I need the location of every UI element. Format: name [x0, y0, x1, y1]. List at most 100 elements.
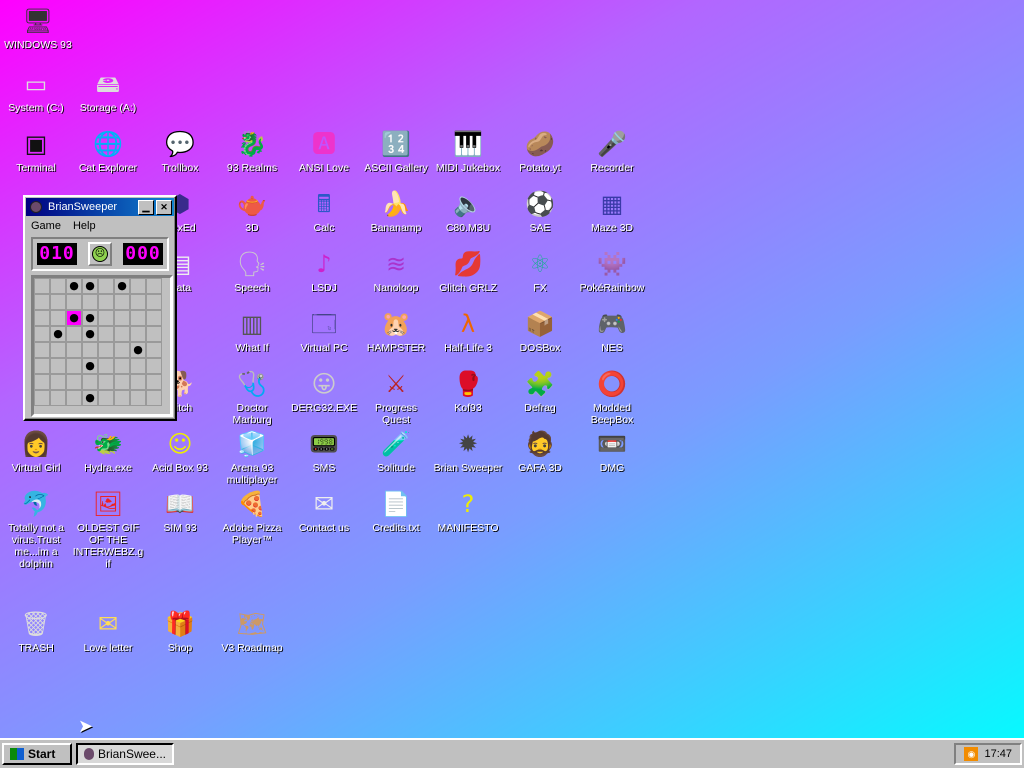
board-cell[interactable] — [146, 278, 162, 294]
mine-cell[interactable] — [82, 358, 98, 374]
desktop-icon-virtual-pc[interactable]: 🗔 Virtual PC — [288, 308, 360, 354]
board-cell[interactable] — [130, 278, 146, 294]
mine-cell[interactable] — [130, 342, 146, 358]
board-cell[interactable] — [146, 390, 162, 406]
mine-cell[interactable] — [66, 278, 82, 294]
mine-cell[interactable] — [82, 390, 98, 406]
desktop-icon-nes[interactable]: 🎮 NES — [576, 308, 648, 354]
desktop-icon-mine[interactable]: ✹ Brian Sweeper — [432, 428, 504, 474]
board-cell[interactable] — [114, 294, 130, 310]
board-cell[interactable] — [50, 294, 66, 310]
board-cell[interactable] — [114, 374, 130, 390]
board-cell[interactable] — [98, 310, 114, 326]
desktop-icon-playlist[interactable]: 🔈 C80.M3U — [432, 188, 504, 234]
board-cell[interactable] — [66, 326, 82, 342]
rss-icon[interactable]: ◉ — [964, 747, 979, 761]
desktop-icon-pizza[interactable]: 🍕 Adobe Pizza Player™ — [216, 488, 288, 546]
board-cell[interactable] — [66, 358, 82, 374]
board-cell[interactable] — [66, 342, 82, 358]
board-cell[interactable] — [50, 390, 66, 406]
close-button[interactable]: ✕ — [156, 199, 172, 215]
board-cell[interactable] — [98, 342, 114, 358]
minefield[interactable] — [31, 275, 173, 417]
desktop-icon-solitude[interactable]: 🧪 Solitude — [360, 428, 432, 474]
desktop-icon-beepbox[interactable]: ⭕ Modded BeepBox — [576, 368, 648, 426]
desktop-icon-microphone[interactable]: 🎤 Recorder — [576, 128, 648, 174]
briansweeper-window[interactable]: BrianSweeper ▁ ✕ Game Help 010 ☹ 000 — [23, 195, 177, 421]
board-cell[interactable] — [146, 294, 162, 310]
board-cell[interactable] — [34, 342, 50, 358]
exploded-mine-cell[interactable] — [66, 310, 82, 326]
board-cell[interactable] — [50, 374, 66, 390]
desktop-icon-hydra[interactable]: 🐲 Hydra.exe — [72, 428, 144, 474]
desktop-icon-half-life[interactable]: λ Half-Life 3 — [432, 308, 504, 354]
desktop-icon-cube[interactable]: 🧊 Arena 93 multiplayer — [216, 428, 288, 486]
desktop-icon-sms[interactable]: 📟 SMS — [288, 428, 360, 474]
desktop-icon-calculator[interactable]: 🖩 Calc — [288, 188, 360, 234]
desktop-icon-hamster[interactable]: 🐹 HAMPSTER — [360, 308, 432, 354]
desktop-icon-nanoloop[interactable]: ≋ Nanoloop — [360, 248, 432, 294]
board-cell[interactable] — [82, 294, 98, 310]
desktop-icon-defrag[interactable]: 🧩 Defrag — [504, 368, 576, 414]
desktop-icon-atom[interactable]: ⚛ FX — [504, 248, 576, 294]
board-cell[interactable] — [50, 278, 66, 294]
menu-help[interactable]: Help — [73, 220, 96, 232]
board-cell[interactable] — [130, 310, 146, 326]
mine-cell[interactable] — [82, 278, 98, 294]
minimize-button[interactable]: ▁ — [138, 199, 154, 215]
board-cell[interactable] — [34, 294, 50, 310]
desktop-icon-speech[interactable]: 🗣 Speech — [216, 248, 288, 294]
mine-cell[interactable] — [50, 326, 66, 342]
board-cell[interactable] — [82, 342, 98, 358]
board-cell[interactable] — [34, 278, 50, 294]
desktop-icon-envelope[interactable]: ✉ Love letter — [72, 608, 144, 654]
desktop-icon-lsdj[interactable]: ♪ LSDJ — [288, 248, 360, 294]
desktop-icon-terminal[interactable]: ▣ Terminal — [0, 128, 72, 174]
desktop-icon-dosbox[interactable]: 📦 DOSBox — [504, 308, 576, 354]
board-cell[interactable] — [66, 294, 82, 310]
desktop-icon-virtual-girl[interactable]: 👩 Virtual Girl — [0, 428, 72, 474]
desktop-icon-whatif[interactable]: ▥ What If — [216, 308, 288, 354]
desktop-icon-contact[interactable]: ✉ Contact us — [288, 488, 360, 534]
board-cell[interactable] — [98, 294, 114, 310]
board-cell[interactable] — [114, 310, 130, 326]
mine-cell[interactable] — [82, 310, 98, 326]
board-cell[interactable] — [98, 374, 114, 390]
desktop-icon-dmg[interactable]: 📼 DMG — [576, 428, 648, 474]
desktop-icon-potato[interactable]: 🥔 Potato.yt — [504, 128, 576, 174]
board-cell[interactable] — [146, 358, 162, 374]
board-cell[interactable] — [114, 326, 130, 342]
desktop-icon-map[interactable]: 🗺 V3 Roadmap — [216, 608, 288, 654]
board-cell[interactable] — [66, 390, 82, 406]
desktop-icon-smiley[interactable]: ☺ Acid Box 93 — [144, 428, 216, 474]
desktop-icon-doctor[interactable]: 🩺 Doctor Marburg — [216, 368, 288, 426]
desktop-icon-sim[interactable]: 📖 SIM 93 — [144, 488, 216, 534]
desktop-icon-banana[interactable]: 🍌 Bananamp — [360, 188, 432, 234]
desktop-icon-text-file[interactable]: 📄 Credits.txt — [360, 488, 432, 534]
desktop-icon-floppy-drive[interactable]: 🖴 Storage (A:) — [72, 68, 144, 114]
board-cell[interactable] — [82, 374, 98, 390]
desktop-icon-gif[interactable]: 🖼 OLDEST GIF OF THE INTERWEBZ.gif — [72, 488, 144, 570]
board-cell[interactable] — [114, 342, 130, 358]
desktop-icon-fighter[interactable]: 🥊 Kof93 — [432, 368, 504, 414]
board-cell[interactable] — [34, 358, 50, 374]
desktop-icon-maze[interactable]: ▦ Maze 3D — [576, 188, 648, 234]
board-cell[interactable] — [146, 326, 162, 342]
board-cell[interactable] — [130, 374, 146, 390]
desktop-icon-swords[interactable]: ⚔ Progress Quest — [360, 368, 432, 426]
board-cell[interactable] — [130, 390, 146, 406]
desktop-icon-sae-ball[interactable]: ⚽ SAE — [504, 188, 576, 234]
task-briansweeper[interactable]: BrianSwee... — [76, 743, 174, 765]
board-cell[interactable] — [146, 374, 162, 390]
board-cell[interactable] — [98, 390, 114, 406]
desktop-icon-dolphin[interactable]: 🐬 Totally not a virus.Trust me...im a dol… — [0, 488, 72, 570]
desktop-icon-pokerainbow[interactable]: 👾 PokéRainbow — [576, 248, 648, 294]
reset-face-button[interactable]: ☹ — [88, 242, 112, 266]
board-cell[interactable] — [146, 342, 162, 358]
desktop-icon-cat-globe[interactable]: 🌐 Cat Explorer — [72, 128, 144, 174]
board-cell[interactable] — [114, 358, 130, 374]
board-cell[interactable] — [98, 326, 114, 342]
board-cell[interactable] — [50, 310, 66, 326]
desktop-icon-lips[interactable]: 💋 Glitch GRLZ — [432, 248, 504, 294]
desktop-icon-realms[interactable]: 🐉 93 Realms — [216, 128, 288, 174]
